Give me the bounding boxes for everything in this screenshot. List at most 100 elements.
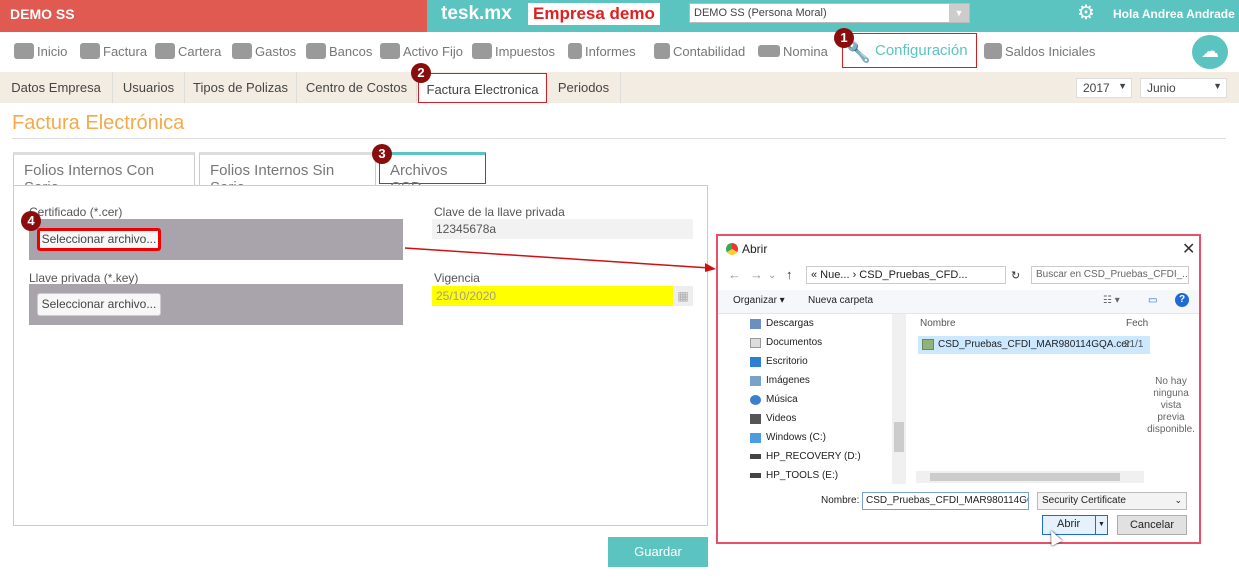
nav-inicio[interactable]: Inicio bbox=[14, 40, 67, 62]
tree-item-hp-tools[interactable]: HP_TOOLS (E:) bbox=[750, 470, 838, 481]
tree-scrollbar[interactable] bbox=[892, 314, 906, 484]
desktop-icon bbox=[750, 356, 761, 367]
nav-nomina[interactable]: Nomina bbox=[758, 40, 828, 62]
drive-icon bbox=[750, 473, 761, 478]
gear-icon[interactable]: ⚙ bbox=[1077, 0, 1095, 25]
nav-configuracion[interactable]: 🔧 Configuración bbox=[842, 33, 977, 68]
address-bar[interactable]: « Nue... › CSD_Pruebas_CFD... bbox=[806, 266, 1006, 284]
tag-icon bbox=[80, 43, 100, 59]
nav-activo-fijo[interactable]: Activo Fijo bbox=[380, 40, 463, 62]
month-select[interactable]: Junio ▼ bbox=[1140, 78, 1227, 98]
subnav-centro-costos[interactable]: Centro de Costos bbox=[297, 72, 417, 103]
chevron-down-icon: ▼ bbox=[1118, 81, 1127, 91]
file-list-item[interactable]: CSD_Pruebas_CFDI_MAR980114GQA.cer 21/1 bbox=[918, 336, 1150, 354]
select-key-button[interactable]: Seleccionar archivo... bbox=[37, 293, 161, 316]
dialog-title: Abrir bbox=[742, 242, 768, 256]
cloud-icon: ☁ bbox=[1201, 41, 1219, 61]
drive-icon bbox=[750, 432, 761, 443]
help-icon[interactable]: ? bbox=[1175, 293, 1189, 307]
clave-input[interactable]: 12345678a bbox=[432, 219, 693, 239]
tree-item-hp-recovery[interactable]: HP_RECOVERY (D:) bbox=[750, 451, 861, 462]
forward-icon[interactable]: → bbox=[750, 267, 763, 282]
tree-item-musica[interactable]: Música bbox=[750, 394, 798, 405]
safe-icon bbox=[306, 43, 326, 59]
annotation-arrow bbox=[404, 247, 716, 272]
report-icon bbox=[568, 43, 582, 59]
open-file-dialog: Abrir ✕ ← → ⌄ ↑ « Nue... › CSD_Pruebas_C… bbox=[716, 234, 1201, 544]
subnav-datos-empresa[interactable]: Datos Empresa bbox=[0, 72, 113, 103]
main-nav: Inicio Factura Cartera Gastos Bancos Act… bbox=[0, 32, 1239, 70]
page-title: Factura Electrónica bbox=[12, 112, 185, 134]
sub-nav: Datos Empresa Usuarios Tipos de Polizas … bbox=[0, 72, 1239, 103]
close-icon[interactable]: ✕ bbox=[1182, 239, 1195, 259]
filetype-select[interactable]: Security Certificate ⌄ bbox=[1037, 492, 1187, 510]
search-input[interactable]: Buscar en CSD_Pruebas_CFDI_... bbox=[1031, 266, 1189, 284]
chevron-down-icon[interactable]: ▼ bbox=[1095, 516, 1107, 534]
refresh-icon[interactable]: ↻ bbox=[1011, 269, 1020, 282]
tree-item-videos[interactable]: Videos bbox=[750, 413, 796, 424]
up-icon[interactable]: ↑ bbox=[786, 267, 793, 282]
clave-label: Clave de la llave privada bbox=[434, 205, 565, 219]
company-select-value: DEMO SS (Persona Moral) bbox=[694, 7, 827, 19]
preview-pane-icon[interactable]: ▭ bbox=[1148, 295, 1157, 306]
new-folder-button[interactable]: Nueva carpeta bbox=[808, 295, 873, 306]
nav-bancos[interactable]: Bancos bbox=[306, 40, 372, 62]
subnav-usuarios[interactable]: Usuarios bbox=[113, 72, 185, 103]
tree-item-documentos[interactable]: Documentos bbox=[750, 337, 822, 348]
chevron-down-icon: ⌄ bbox=[1174, 495, 1182, 505]
subnav-factura-electronica[interactable]: Factura Electronica bbox=[418, 73, 547, 103]
company-select[interactable]: DEMO SS (Persona Moral) ▼ bbox=[689, 3, 970, 23]
tab-archivos-csd[interactable]: Archivos CSD bbox=[379, 152, 486, 196]
organize-button[interactable]: Organizar ▾ bbox=[733, 295, 785, 306]
nav-informes[interactable]: Informes bbox=[568, 40, 636, 62]
chrome-icon bbox=[726, 243, 738, 255]
download-icon bbox=[750, 318, 761, 329]
calendar-icon[interactable]: ▦ bbox=[673, 286, 693, 306]
column-name[interactable]: Nombre bbox=[920, 318, 956, 329]
chart-icon bbox=[654, 43, 670, 59]
horizontal-scrollbar[interactable] bbox=[916, 471, 1144, 483]
company-name: DEMO SS bbox=[0, 0, 427, 32]
pictures-icon bbox=[750, 375, 761, 386]
nav-factura[interactable]: Factura bbox=[80, 40, 147, 62]
tab-folios-con-serie[interactable]: Folios Internos Con Serie bbox=[13, 152, 195, 196]
back-icon[interactable]: ← bbox=[728, 267, 741, 282]
ledger-icon bbox=[984, 43, 1002, 59]
filename-input[interactable]: CSD_Pruebas_CFDI_MAR980114GQA bbox=[862, 492, 1029, 510]
cloud-button[interactable]: ☁ bbox=[1192, 35, 1228, 69]
subnav-tipos-polizas[interactable]: Tipos de Polizas bbox=[185, 72, 297, 103]
filename-label: Nombre: bbox=[821, 495, 860, 506]
folder-icon bbox=[155, 43, 175, 59]
select-cer-button[interactable]: Seleccionar archivo... bbox=[37, 228, 161, 251]
chevron-down-icon: ▼ bbox=[1213, 81, 1222, 91]
tree-item-descargas[interactable]: Descargas bbox=[750, 318, 814, 329]
brand-bar: tesk.mx Empresa demo DEMO SS (Persona Mo… bbox=[427, 0, 1239, 32]
certificado-label: Certificado (*.cer) bbox=[29, 205, 123, 219]
chevron-down-icon: ▼ bbox=[949, 4, 969, 22]
year-select[interactable]: 2017 ▼ bbox=[1076, 78, 1132, 98]
nav-saldos-iniciales[interactable]: Saldos Iniciales bbox=[984, 40, 1095, 62]
environment-badge: Empresa demo bbox=[528, 3, 660, 25]
top-bar: DEMO SS tesk.mx Empresa demo DEMO SS (Pe… bbox=[0, 0, 1239, 32]
tab-folios-sin-serie[interactable]: Folios Internos Sin Serie bbox=[199, 152, 376, 196]
save-button[interactable]: Guardar bbox=[608, 537, 708, 567]
scroll-thumb[interactable] bbox=[894, 422, 904, 452]
tree-item-imagenes[interactable]: Imágenes bbox=[750, 375, 810, 386]
column-date[interactable]: Fech bbox=[1126, 318, 1148, 329]
nav-impuestos[interactable]: Impuestos bbox=[472, 40, 555, 62]
vigencia-input[interactable]: 25/10/2020 bbox=[432, 286, 673, 306]
tree-item-windows-c[interactable]: Windows (C:) bbox=[750, 432, 826, 443]
cart-icon bbox=[232, 43, 252, 59]
cancel-button[interactable]: Cancelar bbox=[1117, 515, 1187, 535]
step-marker: 1 bbox=[834, 28, 854, 48]
nav-cartera[interactable]: Cartera bbox=[155, 40, 221, 62]
tree-item-escritorio[interactable]: Escritorio bbox=[750, 356, 808, 367]
view-icon[interactable]: ☷ ▾ bbox=[1103, 295, 1120, 306]
scroll-thumb[interactable] bbox=[930, 473, 1120, 481]
subnav-periodos[interactable]: Periodos bbox=[547, 72, 621, 103]
chevron-down-icon[interactable]: ⌄ bbox=[768, 270, 776, 281]
nav-contabilidad[interactable]: Contabilidad bbox=[654, 40, 745, 62]
drive-icon bbox=[750, 454, 761, 459]
user-greeting[interactable]: Hola Andrea Andrade bbox=[1113, 7, 1235, 21]
nav-gastos[interactable]: Gastos bbox=[232, 40, 296, 62]
